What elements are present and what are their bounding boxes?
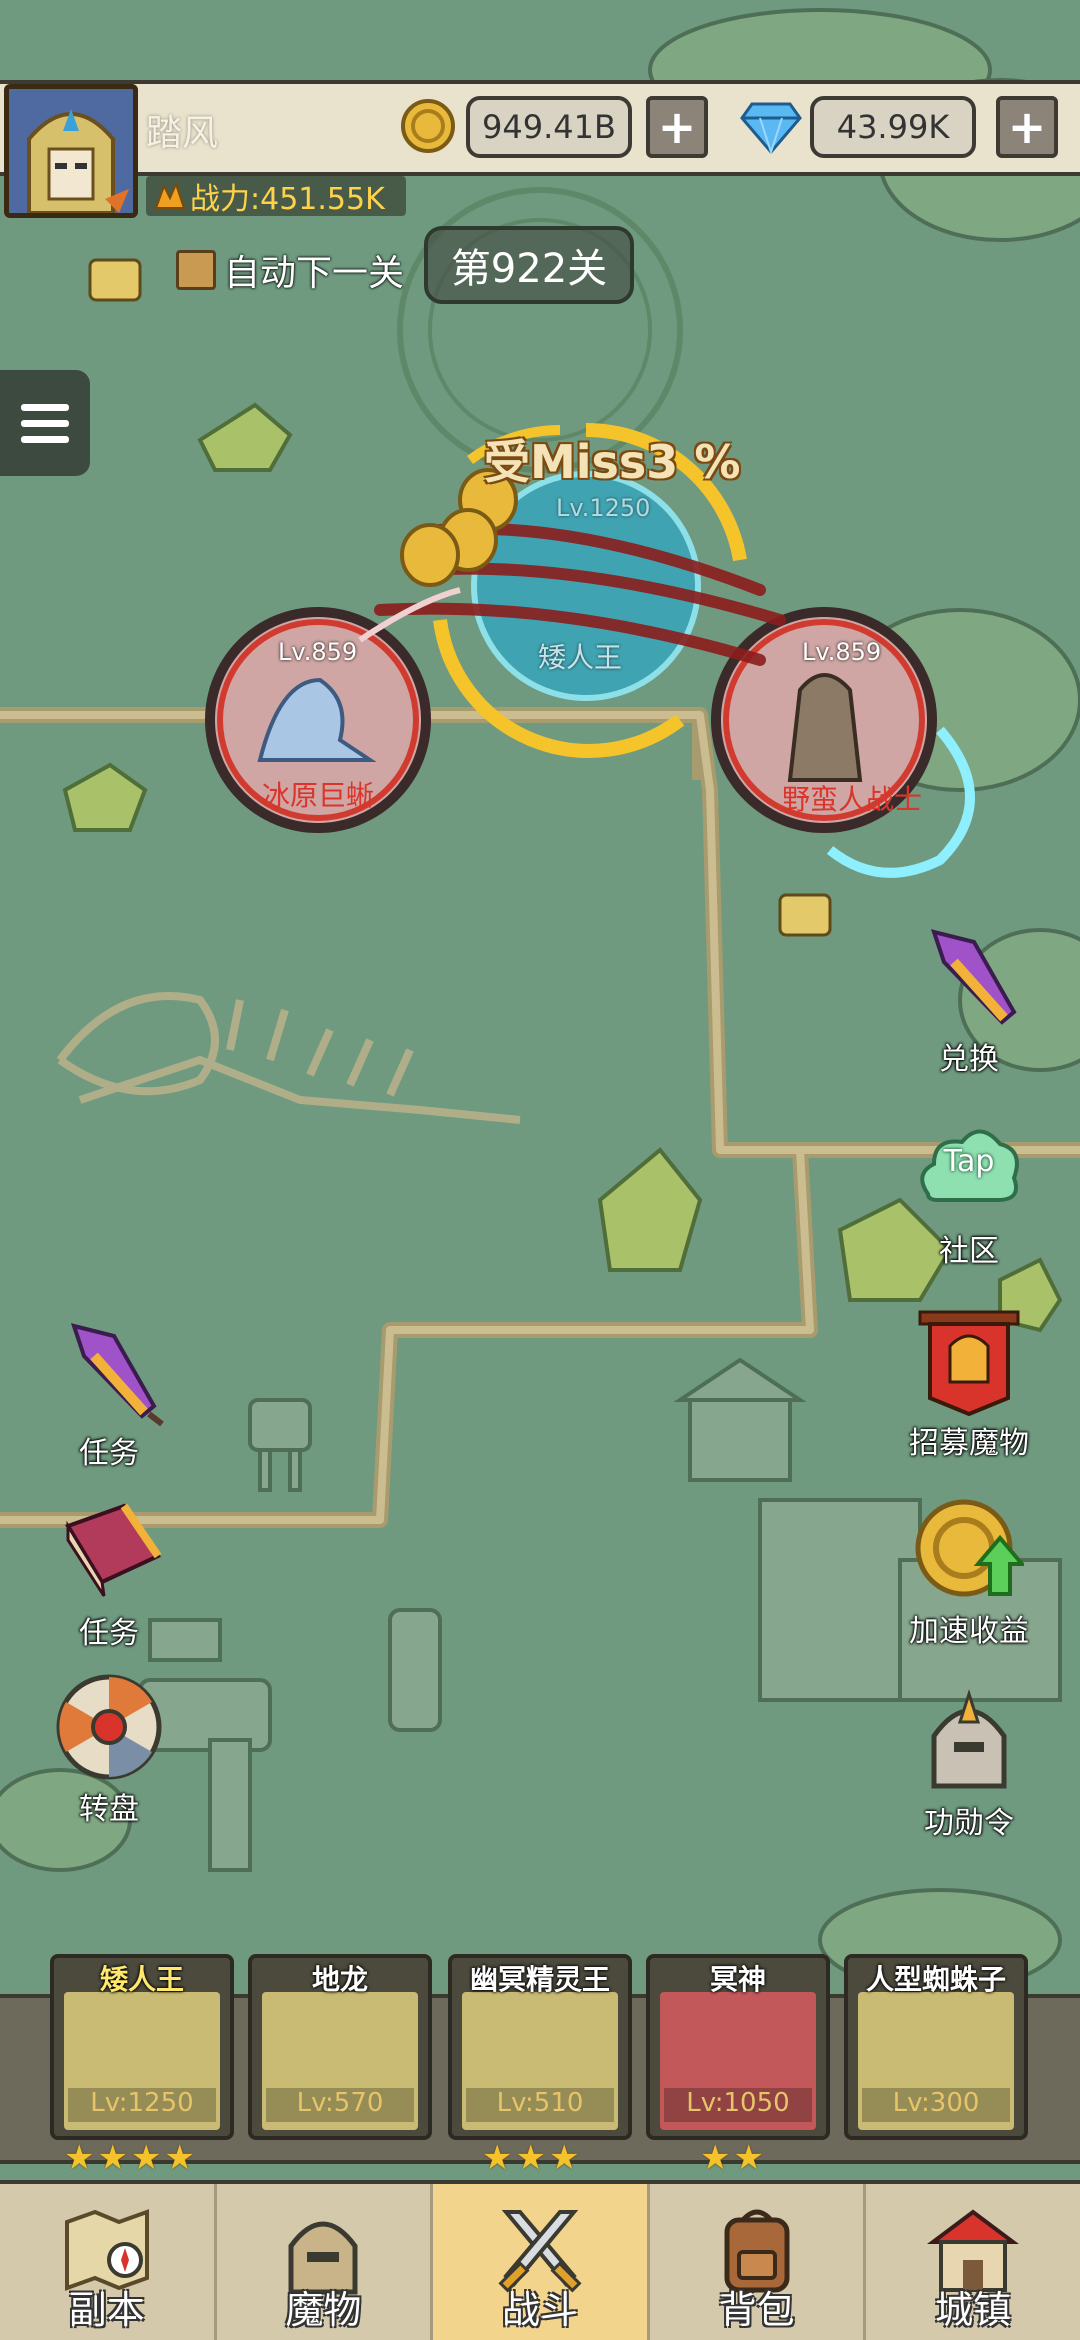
nav-label: 背包 — [718, 2288, 795, 2332]
nav-monsters[interactable]: 魔物 — [217, 2184, 434, 2340]
left-enemy-name: 冰原巨蜥 — [262, 779, 375, 812]
add-diamond-button[interactable]: + — [996, 96, 1058, 158]
nav-label: 战斗 — [501, 2288, 578, 2332]
book-icon — [65, 1503, 162, 1597]
power-icon — [154, 182, 186, 209]
star-icon: ★ — [548, 2138, 580, 2178]
hero-card[interactable]: 人型蜘蛛子 Lv:300 — [844, 1954, 1028, 2140]
combat-power-value: 战力:451.55K — [190, 182, 385, 217]
diamond-icon — [740, 102, 802, 154]
player-name: 踏风 — [146, 113, 219, 154]
recruit-banner-icon — [918, 1310, 1020, 1417]
auto-next-toggle[interactable]: 自动下一关 — [176, 244, 404, 296]
side-right-3-label: 加速收益 — [909, 1614, 1029, 1649]
auto-next-label: 自动下一关 — [224, 253, 405, 294]
hero-level: Lv:1250 — [68, 2088, 216, 2122]
side-right-4-label: 功勋令 — [924, 1806, 1014, 1841]
star-icon: ★ — [164, 2138, 195, 2178]
nav-label: 魔物 — [285, 2288, 362, 2332]
recruit-monster-button[interactable]: 招募魔物 — [894, 1306, 1044, 1462]
hero-level: Lv:300 — [862, 2088, 1010, 2122]
nav-town[interactable]: 城镇 — [866, 2184, 1080, 2340]
auto-next-checkbox[interactable] — [176, 250, 216, 290]
star-icon: ★ — [130, 2138, 162, 2178]
wheel-button[interactable]: 转盘 — [34, 1672, 184, 1828]
hero-level: Lv:570 — [266, 2088, 414, 2122]
barbarian-portrait — [787, 673, 863, 782]
community-button[interactable]: Tap 社区 — [894, 1114, 1044, 1270]
diamond-amount: 43.99K — [810, 96, 976, 158]
star-icon: ★ — [482, 2138, 513, 2178]
gold-amount: 949.41B — [466, 96, 632, 158]
stage-badge: 第922关 — [424, 226, 634, 304]
nav-backpack[interactable]: 背包 — [650, 2184, 867, 2340]
combat-power: 战力:451.55K — [146, 176, 406, 217]
miss-damage-text: 受Miss3 % — [484, 435, 741, 489]
left-quest-book-button[interactable]: 任务 — [34, 1496, 184, 1652]
wheel-icon — [56, 1674, 162, 1780]
side-right-0-label: 兑换 — [939, 1042, 999, 1077]
rocket-icon — [70, 1323, 164, 1427]
nav-label: 副本 — [68, 2288, 145, 2332]
hero-stars: ★ ★ ★ — [482, 2138, 579, 2178]
gold-coin-icon — [401, 99, 455, 153]
rocket-icon — [930, 929, 1017, 1025]
left-enemy-level: Lv.859 — [278, 638, 358, 666]
boss-level: Lv.1250 — [556, 494, 651, 522]
hero-card[interactable]: 冥神 Lv:1050 — [646, 1954, 830, 2140]
hero-name: 人型蜘蛛子 — [865, 1963, 1006, 1996]
hero-stars: ★ ★ ★ ★ — [64, 2138, 195, 2178]
hero-name: 地龙 — [311, 1963, 368, 1996]
exchange-button[interactable]: 兑换 — [894, 922, 1044, 1078]
star-icon: ★ — [515, 2138, 546, 2178]
player-avatar[interactable] — [4, 84, 138, 218]
merit-order-button[interactable]: 功勋令 — [894, 1686, 1044, 1842]
tap-badge: Tap — [943, 1144, 995, 1179]
star-icon: ★ — [64, 2138, 95, 2178]
side-right-2-label: 招募魔物 — [909, 1426, 1029, 1461]
nav-dungeon[interactable]: 副本 — [0, 2184, 217, 2340]
boss-name: 矮人王 — [538, 641, 623, 674]
right-enemy-name: 野蛮人战士 — [782, 783, 923, 816]
hero-level: Lv:510 — [466, 2088, 614, 2122]
side-left-0-label: 任务 — [79, 1436, 139, 1471]
hero-card[interactable]: 矮人王 Lv:1250 — [50, 1954, 234, 2140]
bottom-navigation: 副本 魔物 战斗 背包 城镇 — [0, 2180, 1080, 2340]
hero-name: 幽冥精灵王 — [469, 1963, 610, 1996]
side-right-1-label: 社区 — [939, 1234, 999, 1269]
speed-coin-icon — [915, 1499, 1027, 1597]
right-enemy-level: Lv.859 — [802, 638, 882, 666]
speed-income-button[interactable]: 加速收益 — [894, 1494, 1044, 1650]
helmet-icon — [931, 1689, 1007, 1789]
side-left-1-label: 任务 — [79, 1616, 139, 1651]
star-icon: ★ — [733, 2138, 764, 2178]
hero-name: 矮人王 — [99, 1963, 184, 1996]
knight-avatar-icon — [9, 89, 133, 213]
hero-card[interactable]: 幽冥精灵王 Lv:510 — [448, 1954, 632, 2140]
add-gold-button[interactable]: + — [646, 96, 708, 158]
side-left-2-label: 转盘 — [79, 1792, 139, 1827]
hero-stars: ★ ★ — [700, 2138, 764, 2178]
hero-name: 冥神 — [709, 1963, 766, 1996]
hero-card[interactable]: 地龙 Lv:570 — [248, 1954, 432, 2140]
star-icon: ★ — [700, 2138, 731, 2178]
nav-label: 城镇 — [935, 2288, 1012, 2332]
hero-level: Lv:1050 — [664, 2088, 812, 2122]
nav-battle[interactable]: 战斗 — [433, 2184, 650, 2340]
star-icon: ★ — [97, 2138, 128, 2178]
left-task-button[interactable]: 任务 — [34, 1316, 184, 1472]
